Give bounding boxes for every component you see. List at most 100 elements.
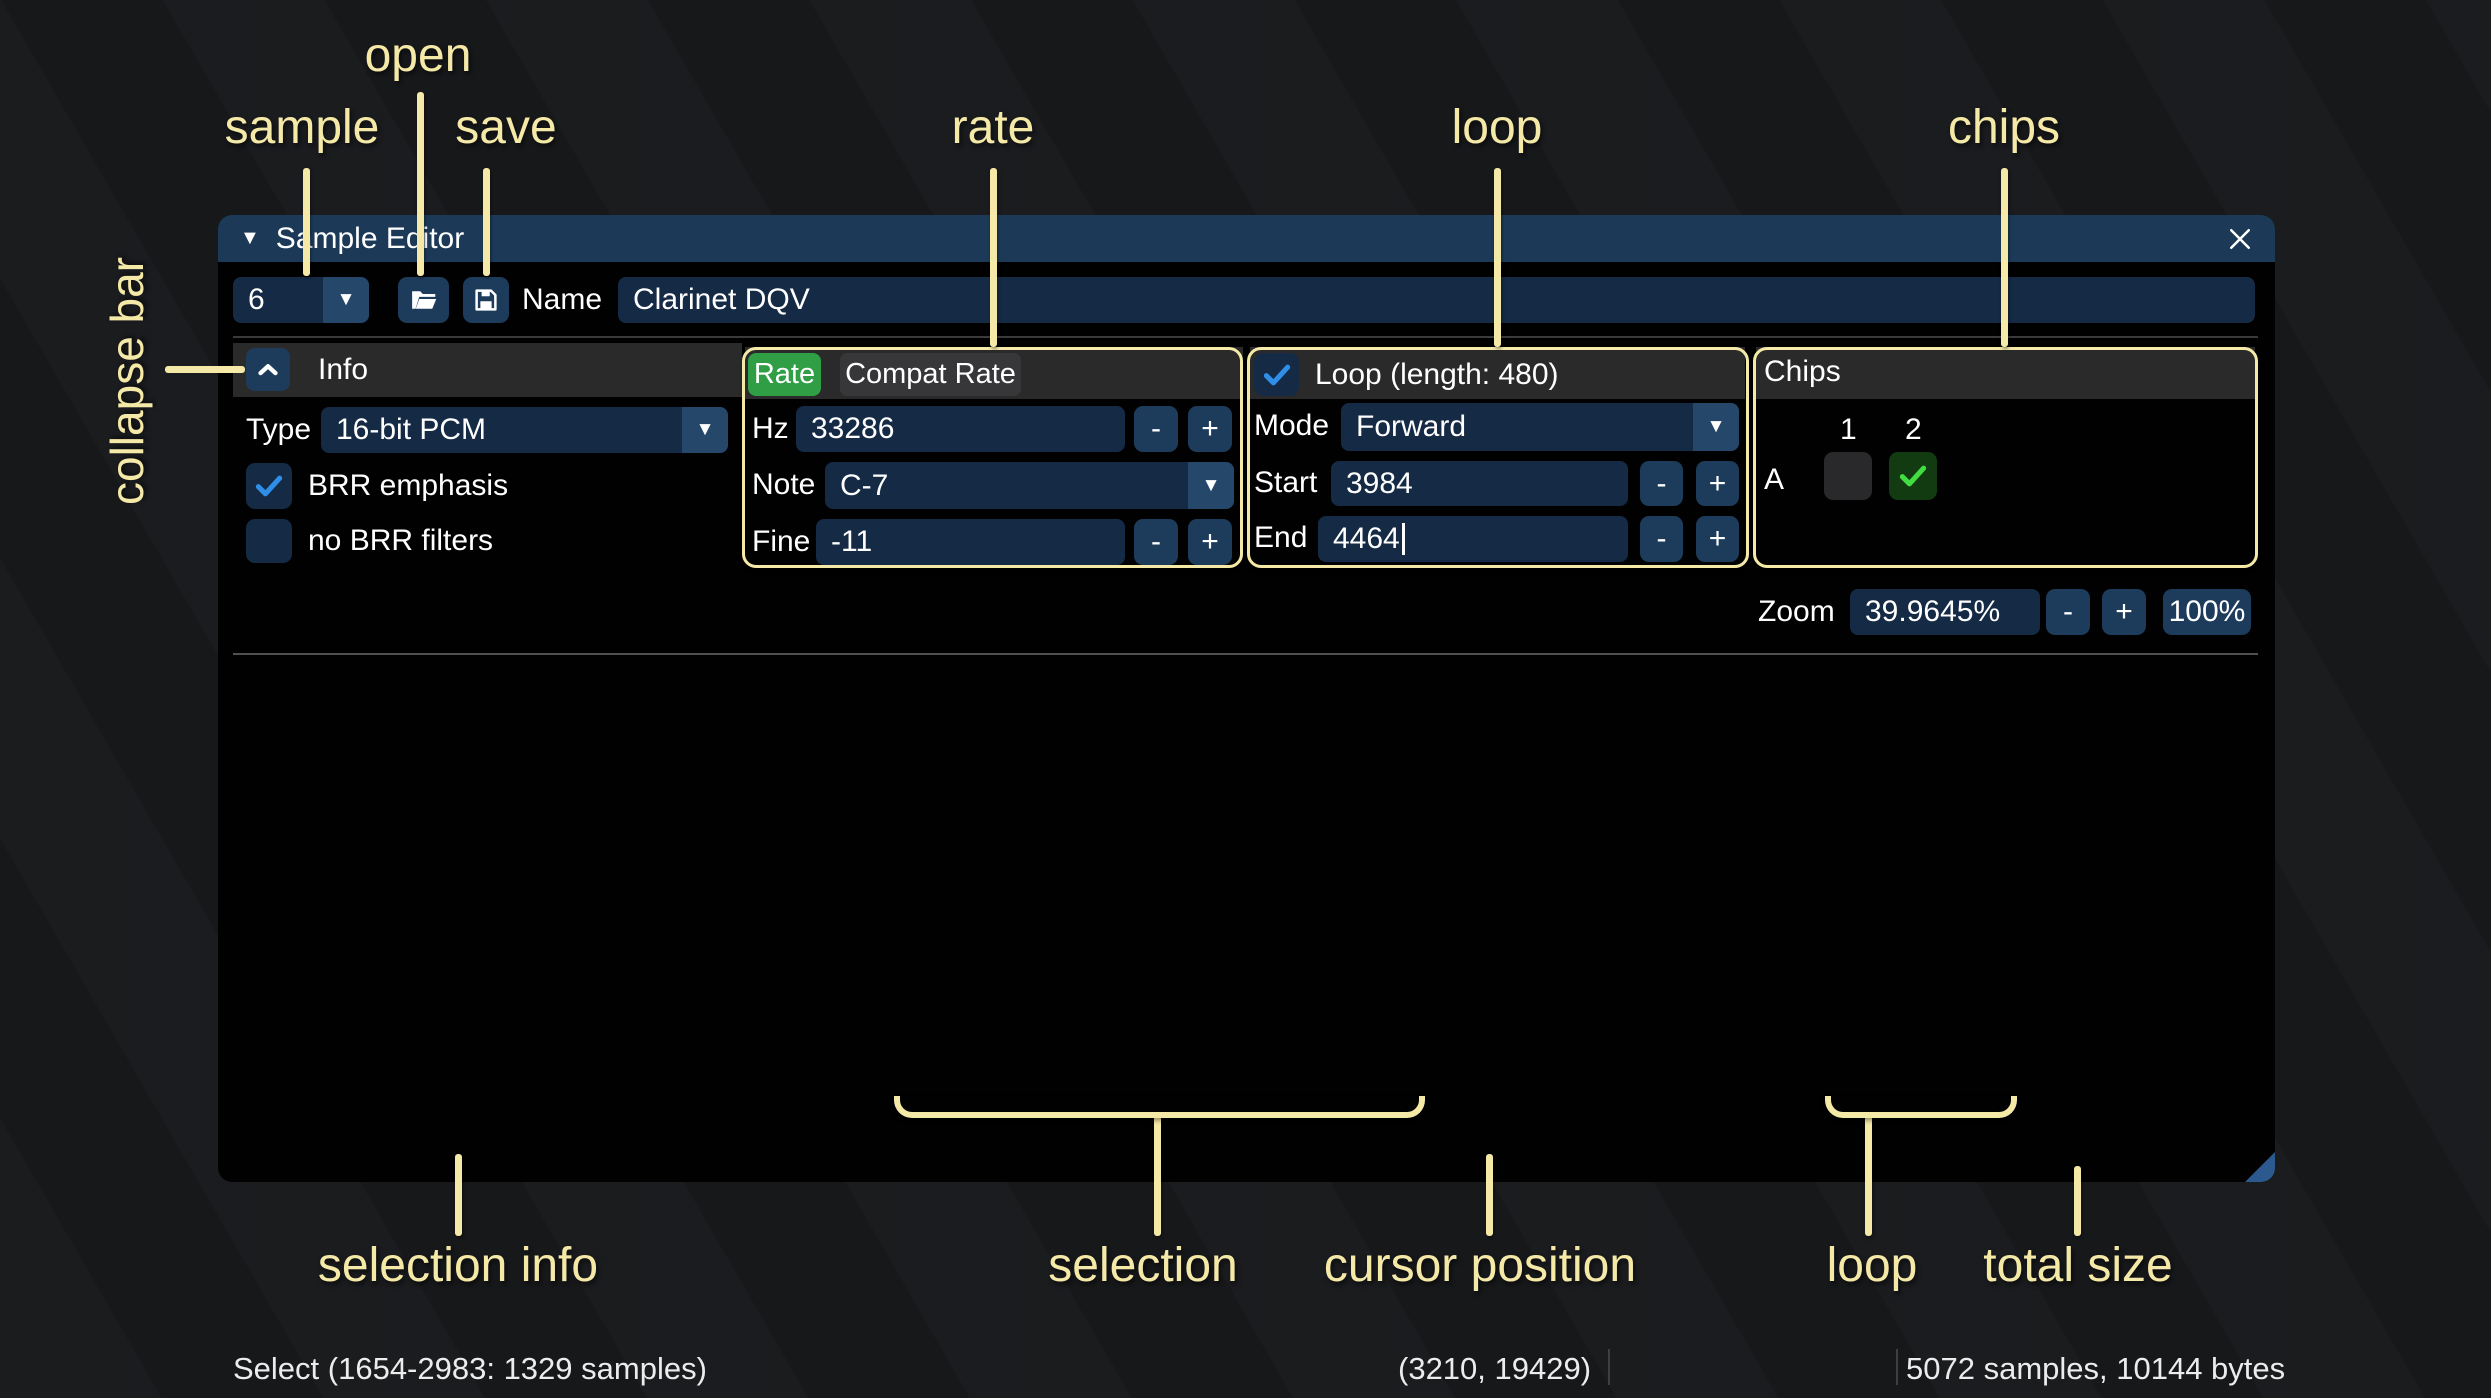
sample-name-input[interactable]: Clarinet DQV <box>618 277 2255 323</box>
annotation-bracket-loop <box>1825 1096 2017 1118</box>
rate-tab-active[interactable]: Rate <box>748 353 821 396</box>
end-label: End <box>1254 521 1308 554</box>
zoom-input[interactable]: 39.9645% <box>1850 589 2040 635</box>
chevron-down-icon[interactable]: ▼ <box>1693 403 1739 451</box>
annotation-collapse-bar: collapse bar <box>101 256 153 505</box>
annotation-line-loop-bottom <box>1865 1116 1873 1236</box>
window-collapse-icon[interactable]: ▼ <box>240 227 260 250</box>
zoom-in-button[interactable]: + <box>2102 589 2146 635</box>
fine-value: -11 <box>831 525 873 558</box>
status-separator <box>1896 1349 1898 1385</box>
resize-grip[interactable] <box>2245 1152 2275 1182</box>
hz-input[interactable]: 33286 <box>796 406 1125 452</box>
annotation-selection-info: selection info <box>317 1239 599 1292</box>
zoom-reset-button[interactable]: 100% <box>2163 589 2251 635</box>
annotation-bracket-selection <box>894 1096 1426 1118</box>
sample-type-select[interactable]: 16-bit PCM ▼ <box>321 407 728 453</box>
chip-2-checkbox[interactable] <box>1889 452 1937 500</box>
status-cursor-position: (3210, 19429) <box>1398 1351 1592 1386</box>
open-sample-button[interactable] <box>398 277 449 323</box>
loop-end-input[interactable]: 4464 <box>1318 516 1628 562</box>
chevron-down-icon[interactable]: ▼ <box>323 277 369 323</box>
name-label: Name <box>522 283 603 316</box>
zoom-label: Zoom <box>1758 595 1835 628</box>
chevron-down-icon[interactable]: ▼ <box>1188 462 1234 509</box>
info-panel-title: Info <box>318 353 369 386</box>
annotation-line-loop-top <box>1494 168 1501 347</box>
sample-number-select[interactable]: 6 ▼ <box>233 277 369 323</box>
annotation-sample: sample <box>224 101 380 154</box>
annotation-line-save <box>483 168 490 276</box>
loop-start-input[interactable]: 3984 <box>1331 461 1628 506</box>
brr-emphasis-checkbox[interactable] <box>246 463 292 509</box>
hz-label: Hz <box>752 412 789 445</box>
annotation-line-total-size <box>2074 1166 2081 1236</box>
annotation-line-cursor-position <box>1486 1154 1493 1236</box>
note-select[interactable]: C-7 ▼ <box>825 462 1234 509</box>
fine-input[interactable]: -11 <box>816 519 1125 565</box>
chips-panel-title: Chips <box>1764 355 1841 388</box>
collapse-bar-button[interactable] <box>246 348 290 391</box>
annotation-line-sample <box>303 168 310 276</box>
loop-end-value: 4464 <box>1333 522 1400 555</box>
mode-label: Mode <box>1254 409 1330 442</box>
fine-label: Fine <box>752 525 811 558</box>
chip-1-checkbox[interactable] <box>1824 452 1872 500</box>
annotation-loop-bottom: loop <box>1826 1239 1918 1292</box>
loop-start-value: 3984 <box>1346 466 1413 500</box>
annotation-rate: rate <box>951 101 1035 154</box>
sample-name-value: Clarinet DQV <box>633 283 810 316</box>
no-brr-filters-label: no BRR filters <box>308 524 494 557</box>
status-selection-info: Select (1654-2983: 1329 samples) <box>233 1351 707 1386</box>
note-value: C-7 <box>840 468 889 502</box>
hz-decrement-button[interactable]: - <box>1134 406 1178 452</box>
close-icon[interactable] <box>2221 220 2259 258</box>
annotation-loop-top: loop <box>1451 101 1543 154</box>
save-sample-button[interactable] <box>463 277 509 323</box>
info-panel-header <box>233 343 742 397</box>
screenshot-root: sample open save rate loop chips collaps… <box>0 0 2491 1398</box>
annotation-open: open <box>364 29 472 82</box>
loop-end-decrement-button[interactable]: - <box>1640 516 1683 562</box>
fine-increment-button[interactable]: + <box>1188 519 1232 565</box>
zoom-out-button[interactable]: - <box>2046 589 2090 635</box>
compat-rate-tab[interactable]: Compat Rate <box>840 353 1021 396</box>
annotation-line-rate <box>990 168 997 347</box>
window-titlebar[interactable]: ▼ Sample Editor <box>218 215 2275 262</box>
annotation-selection: selection <box>1048 1239 1238 1292</box>
loop-start-decrement-button[interactable]: - <box>1640 461 1683 506</box>
loop-start-increment-button[interactable]: + <box>1696 461 1739 506</box>
status-separator <box>1608 1349 1610 1385</box>
sample-type-value: 16-bit PCM <box>336 413 487 446</box>
annotation-line-selection <box>1154 1116 1162 1236</box>
note-label: Note <box>752 468 816 501</box>
annotation-line-selection-info <box>455 1154 462 1236</box>
annotation-save: save <box>455 101 557 154</box>
type-label: Type <box>246 413 312 446</box>
sample-editor-window: ▼ Sample Editor 6 ▼ Name Clarinet DQV In… <box>218 215 2285 1386</box>
loop-end-increment-button[interactable]: + <box>1696 516 1739 562</box>
start-label: Start <box>1254 466 1318 499</box>
chips-column-2: 2 <box>1905 413 1922 446</box>
annotation-cursor-position: cursor position <box>1323 1239 1637 1292</box>
status-total-size: 5072 samples, 10144 bytes <box>1906 1351 2286 1386</box>
loop-panel-title: Loop (length: 480) <box>1315 358 1559 391</box>
loop-mode-select[interactable]: Forward ▼ <box>1341 403 1739 451</box>
annotation-line-chips <box>2001 168 2008 347</box>
loop-enable-checkbox[interactable] <box>1254 353 1299 396</box>
brr-emphasis-label: BRR emphasis <box>308 469 509 502</box>
annotation-total-size: total size <box>1983 1239 2173 1292</box>
divider <box>233 653 2258 655</box>
chips-column-1: 1 <box>1840 413 1857 446</box>
hz-increment-button[interactable]: + <box>1188 406 1232 452</box>
zoom-value: 39.9645% <box>1865 595 2001 628</box>
annotation-line-open <box>417 92 424 276</box>
loop-mode-value: Forward <box>1356 410 1467 443</box>
annotation-chips: chips <box>1947 101 2061 154</box>
fine-decrement-button[interactable]: - <box>1134 519 1178 565</box>
chips-row-a-label: A <box>1764 463 1785 496</box>
divider <box>233 336 2258 338</box>
chevron-down-icon[interactable]: ▼ <box>682 407 728 453</box>
annotation-line-collapse-bar <box>165 366 245 373</box>
no-brr-filters-checkbox[interactable] <box>246 519 292 563</box>
